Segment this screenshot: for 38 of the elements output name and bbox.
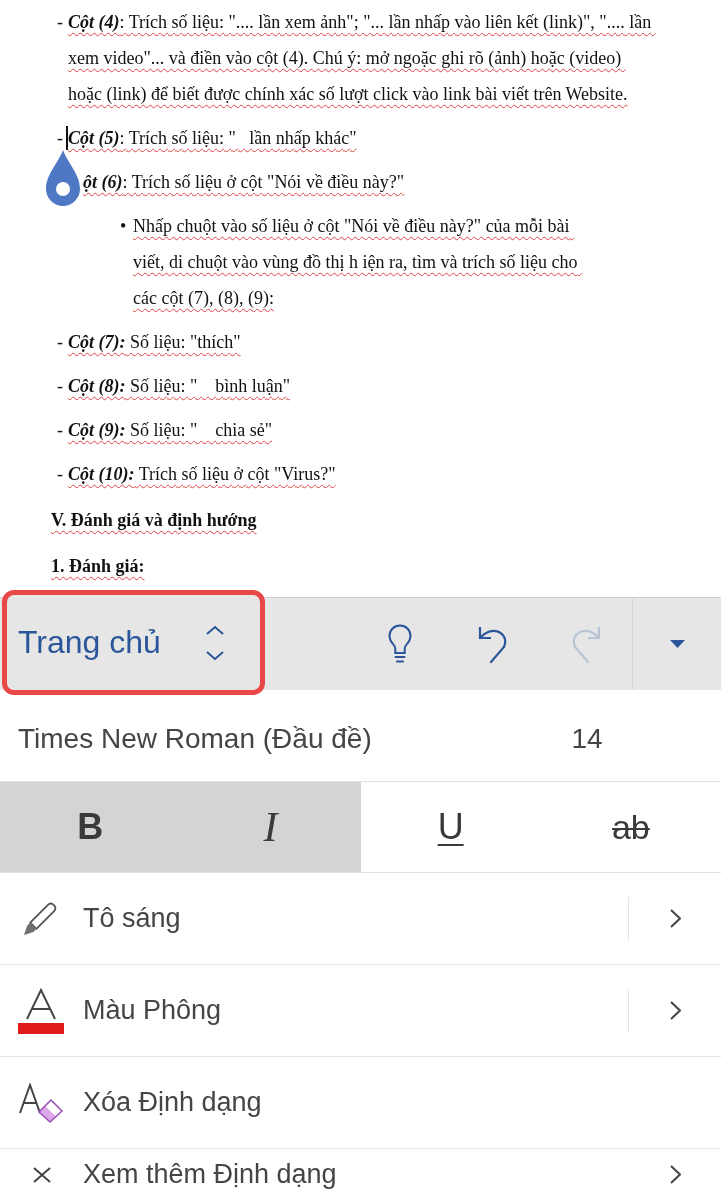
paragraph: Cột (5): Trích số liệu: " lần nhấp khác" bbox=[68, 127, 358, 150]
dash-mark: - bbox=[57, 463, 64, 486]
paragraph: ột (6): Trích số liệu ở cột "Nói về điều này?" bbox=[83, 171, 406, 194]
up-down-chevron-icon bbox=[205, 624, 225, 661]
menu-item[interactable]: Tô sáng bbox=[0, 873, 628, 964]
heading: V. Đánh giá và định hướng bbox=[51, 509, 257, 532]
italic-button[interactable]: I bbox=[180, 782, 361, 872]
dash-mark: - bbox=[57, 11, 64, 34]
chevron-right-icon bbox=[669, 1165, 681, 1184]
menu-item[interactable]: Màu Phông bbox=[0, 965, 628, 1056]
paragraph: Cột (10): Trích số liệu ở cột "Virus?" bbox=[68, 463, 337, 486]
bullet-mark: • bbox=[120, 215, 128, 238]
letter-a-eraser-icon bbox=[18, 1082, 64, 1123]
paragraph: Cột (9): Số liệu: " chia sẻ" bbox=[68, 419, 274, 442]
bold-button[interactable]: B bbox=[0, 782, 181, 872]
paragraph: Nhấp chuột vào số liệu ở cột "Nói về điều này?" của mỗi bài viết, di chuột vào vùng đồ thị h iện ra, tìm và trích số liệu cho các cột (7), (8), (9): bbox=[133, 215, 579, 310]
selection-handle-icon[interactable] bbox=[46, 150, 80, 206]
paragraph: Cột (4): Trích số liệu: ".... lần xem ảnh"; "... lần nhấp vào liên kết (link)", ".... lần xem video"... và điền vào cột (4). Chú ý: mở ngoặc ghi rõ (ảnh) hoặc (video) hoặc (link) để biết được chính xác số lượt click vào link bài viết trên Website. bbox=[68, 11, 653, 106]
dash-mark: - bbox=[57, 127, 64, 150]
chevron-right-icon bbox=[669, 909, 681, 928]
home-tab[interactable]: Trang chủ bbox=[2, 590, 265, 695]
dash-mark: - bbox=[57, 375, 64, 398]
menu-item[interactable]: Xem thêm Định dạng bbox=[0, 1149, 629, 1200]
paragraph: Cột (8): Số liệu: " bình luận" bbox=[68, 375, 292, 398]
letter-a-underbar-icon bbox=[18, 987, 64, 1034]
highlighter-pen-icon bbox=[23, 901, 58, 936]
caret-down-icon bbox=[669, 640, 685, 648]
letter-x-icon bbox=[33, 1166, 51, 1183]
heading: 1. Đánh giá: bbox=[51, 555, 145, 578]
font-name-dropdown[interactable]: Times New Roman (Đầu đề) bbox=[0, 702, 547, 775]
undo-arrow-icon bbox=[476, 624, 509, 664]
lightbulb-icon bbox=[387, 624, 412, 664]
dash-mark: - bbox=[57, 331, 64, 354]
chevron-right-icon bbox=[669, 1001, 681, 1020]
dash-mark: - bbox=[57, 419, 64, 442]
paragraph: Cột (7): Số liệu: "thích" bbox=[68, 331, 242, 354]
font-size-dropdown[interactable]: 14 bbox=[547, 702, 627, 775]
menu-item[interactable]: Xóa Định dạng bbox=[0, 1057, 628, 1148]
